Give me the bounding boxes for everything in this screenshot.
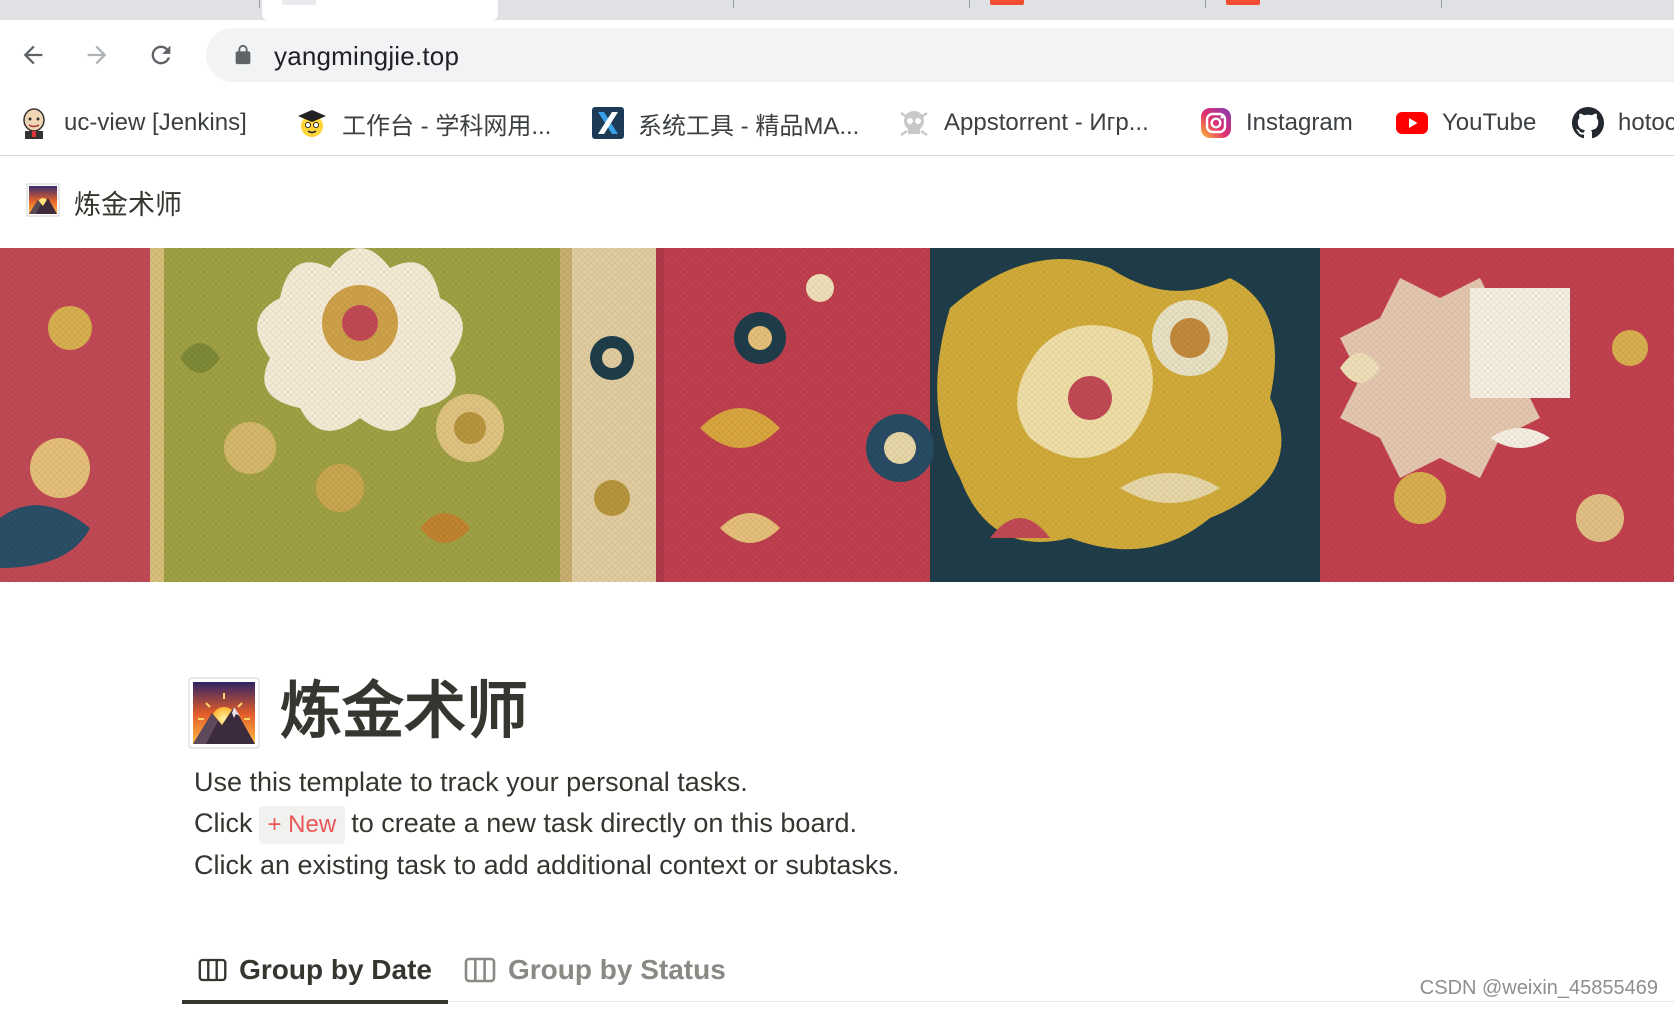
description-line-1: Use this template to track your personal… xyxy=(194,767,748,797)
browser-tab[interactable] xyxy=(1206,0,1442,20)
arrow-left-icon xyxy=(23,45,43,65)
bookmark-label: Instagram xyxy=(1246,109,1353,136)
x-logo-icon xyxy=(592,107,624,139)
bookmark-label: YouTube xyxy=(1442,109,1537,136)
sunrise-over-mountains-icon xyxy=(26,183,60,222)
tab-favicon xyxy=(990,0,1024,5)
reload-icon xyxy=(151,45,171,65)
browser-tab[interactable] xyxy=(24,0,260,20)
browser-tab-active[interactable] xyxy=(262,0,498,20)
description-line-3: Click an existing task to add additional… xyxy=(194,850,900,880)
browser-tab[interactable] xyxy=(970,0,1206,20)
board-icon xyxy=(464,957,496,983)
browser-tab[interactable] xyxy=(1442,0,1674,20)
bookmark-xueke[interactable]: 工作台 - 学科网用... xyxy=(296,104,551,142)
bookmark-xitong[interactable]: 系统工具 - 精品MA... xyxy=(592,104,859,142)
tab-favicon xyxy=(1226,0,1260,5)
address-bar[interactable]: yangmingjie.top xyxy=(206,28,1674,82)
arrow-right-icon xyxy=(87,45,107,65)
tab-favicon xyxy=(282,0,316,5)
lock-icon xyxy=(235,44,251,65)
new-inline-code: + New xyxy=(258,806,346,844)
breadcrumb[interactable]: 炼金术师 xyxy=(26,183,182,221)
bookmark-label: uc-view [Jenkins] xyxy=(64,109,247,136)
page-topbar: 炼金术师 xyxy=(0,156,1674,248)
graduate-emoji-icon xyxy=(296,107,328,139)
sunrise-over-mountains-icon[interactable] xyxy=(188,677,260,749)
watermark: CSDN @weixin_45855469 xyxy=(1419,977,1658,999)
persian-carpet-cover xyxy=(0,248,1674,582)
forward-button[interactable] xyxy=(78,36,116,74)
back-button[interactable] xyxy=(14,36,52,74)
description-text: Click xyxy=(194,808,253,838)
browser-tab[interactable] xyxy=(734,0,970,20)
breadcrumb-title: 炼金术师 xyxy=(74,189,182,220)
bookmark-youtube[interactable]: YouTube xyxy=(1396,104,1536,142)
github-icon xyxy=(1572,107,1604,139)
bookmarks-bar: uc-view [Jenkins] 工作台 - 学科网用... 系统工具 - 精… xyxy=(0,90,1674,156)
tab-group-by-date[interactable]: Group by Date xyxy=(182,938,448,1004)
browser-tab-strip xyxy=(0,0,1674,20)
skull-icon xyxy=(898,107,930,139)
browser-toolbar: yangmingjie.top xyxy=(0,20,1674,90)
bookmark-instagram[interactable]: Instagram xyxy=(1200,104,1353,142)
bookmark-jenkins[interactable]: uc-view [Jenkins] xyxy=(18,104,247,142)
jenkins-butler-icon xyxy=(18,107,50,139)
tab-label: Group by Date xyxy=(239,954,432,985)
bookmark-appstorrent[interactable]: Appstorrent - Игр... xyxy=(898,104,1149,142)
url-text[interactable]: yangmingjie.top xyxy=(274,41,459,72)
page-title[interactable]: 炼金术师 xyxy=(280,670,528,754)
bookmark-label: hotoc xyxy=(1618,109,1674,136)
description-text: to create a new task directly on this bo… xyxy=(351,808,857,838)
tab-group-by-status[interactable]: Group by Status xyxy=(448,938,742,1002)
description-line-2: Click + New to create a new task directly … xyxy=(194,803,857,844)
bookmark-github[interactable]: hotoc xyxy=(1572,104,1674,142)
reload-button[interactable] xyxy=(142,36,180,74)
instagram-icon xyxy=(1200,107,1232,139)
tab-label: Group by Status xyxy=(508,954,726,985)
bookmark-label: 工作台 - 学科网用... xyxy=(342,112,552,140)
bookmark-label: 系统工具 - 精品MA... xyxy=(638,112,860,140)
youtube-icon xyxy=(1396,107,1428,139)
browser-tab[interactable] xyxy=(498,0,734,20)
bookmark-label: Appstorrent - Игр... xyxy=(944,109,1149,136)
board-icon xyxy=(198,958,227,982)
